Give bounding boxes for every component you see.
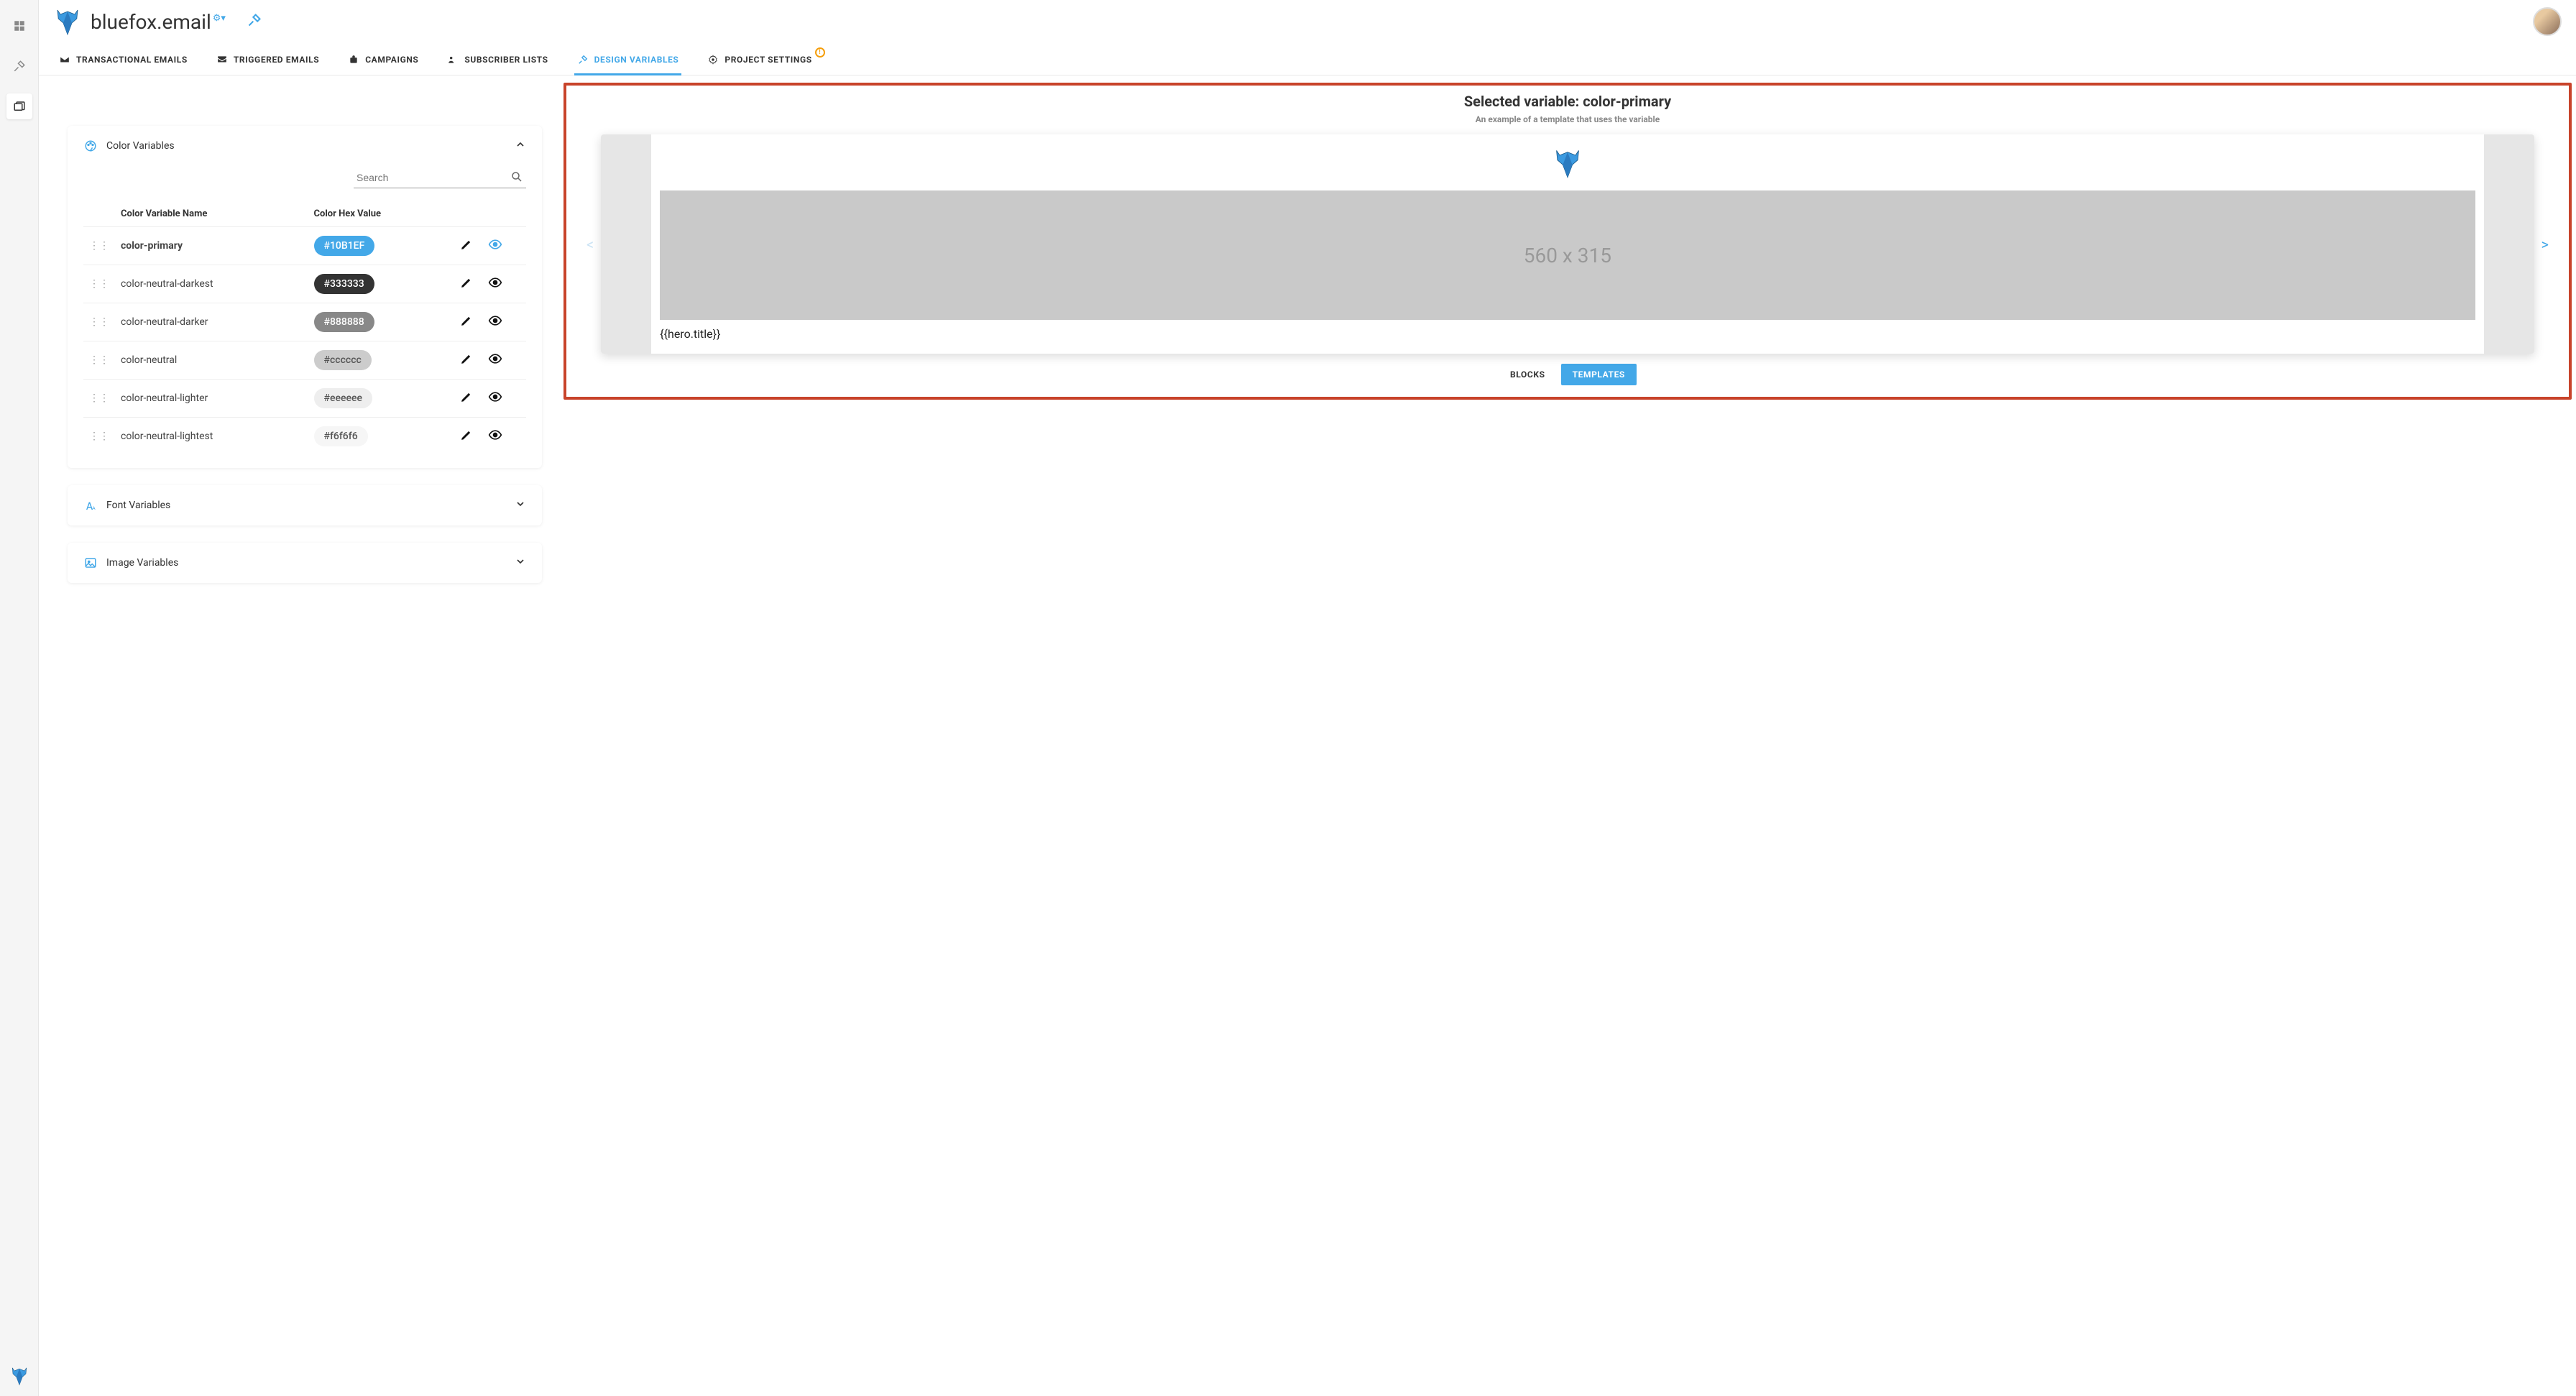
palette-icon: [83, 139, 98, 153]
preview-tab-templates[interactable]: TEMPLATES: [1561, 364, 1637, 385]
table-row[interactable]: ⋮⋮ color-neutral-darker #888888: [83, 303, 526, 341]
variable-name: color-neutral-darkest: [115, 265, 308, 303]
eye-icon[interactable]: [488, 428, 502, 445]
tab-design-variables[interactable]: DESIGN VARIABLES: [574, 49, 682, 75]
eye-icon[interactable]: [488, 313, 502, 331]
hex-value-pill: #cccccc: [314, 350, 372, 370]
variable-name: color-neutral: [115, 341, 308, 380]
nav-tabs: TRANSACTIONAL EMAILS TRIGGERED EMAILS CA…: [39, 43, 2576, 75]
variable-name: color-primary: [115, 227, 308, 265]
drag-handle-icon[interactable]: ⋮⋮: [89, 354, 109, 366]
eye-icon[interactable]: [488, 275, 502, 293]
title-badge-icon[interactable]: ⚙▾: [213, 13, 226, 24]
tab-label: SUBSCRIBER LISTS: [464, 55, 548, 65]
minibar-dashboard[interactable]: [6, 13, 32, 39]
avatar[interactable]: [2533, 7, 2562, 36]
hex-value-pill: #10B1EF: [314, 236, 375, 256]
hex-value-pill: #f6f6f6: [314, 426, 368, 446]
column-hex: Color Hex Value: [308, 201, 454, 227]
tab-subscriber-lists[interactable]: SUBSCRIBER LISTS: [444, 49, 551, 75]
variable-name: color-neutral-lighter: [115, 380, 308, 418]
variable-name: color-neutral-lightest: [115, 418, 308, 456]
edit-icon[interactable]: [460, 391, 472, 406]
eye-icon[interactable]: [488, 237, 502, 254]
chevron-down-icon: [515, 556, 526, 570]
color-variables-panel: Color Variables: [68, 126, 542, 468]
tab-label: PROJECT SETTINGS: [724, 55, 811, 65]
image-variables-header[interactable]: Image Variables: [83, 556, 526, 570]
edit-icon[interactable]: [460, 429, 472, 444]
hero-title-placeholder: {{hero.title}}: [660, 327, 2475, 341]
app-title: bluefox.email⚙▾: [91, 10, 226, 34]
mini-sidebar: [0, 0, 39, 1396]
preview-title: Selected variable: color-primary: [579, 93, 2556, 110]
panel-title: Image Variables: [106, 557, 178, 569]
preview-next-button[interactable]: >: [2534, 229, 2556, 260]
minibar-tools[interactable]: [6, 53, 32, 79]
font-variables-panel: A Font Variables: [68, 485, 542, 525]
table-row[interactable]: ⋮⋮ color-neutral #cccccc: [83, 341, 526, 380]
image-icon: [83, 556, 98, 570]
search-input[interactable]: [354, 167, 526, 188]
drag-handle-icon[interactable]: ⋮⋮: [89, 392, 109, 404]
table-row[interactable]: ⋮⋮ color-neutral-darkest #333333: [83, 265, 526, 303]
tab-triggered-emails[interactable]: TRIGGERED EMAILS: [213, 49, 322, 75]
eye-icon[interactable]: [488, 352, 502, 369]
hex-value-pill: #333333: [314, 274, 374, 294]
font-icon: A: [83, 498, 98, 513]
edit-icon[interactable]: [460, 353, 472, 368]
app-logo: [53, 7, 82, 36]
edit-icon[interactable]: [460, 315, 472, 330]
template-logo: [660, 147, 2475, 179]
hex-value-pill: #888888: [314, 312, 374, 332]
tab-campaigns[interactable]: CAMPAIGNS: [345, 49, 421, 75]
svg-text:A: A: [92, 505, 96, 511]
header: bluefox.email⚙▾: [39, 0, 2576, 43]
tab-project-settings[interactable]: PROJECT SETTINGS !: [704, 49, 814, 75]
image-variables-panel: Image Variables: [68, 543, 542, 583]
chevron-down-icon: [515, 498, 526, 513]
drag-handle-icon[interactable]: ⋮⋮: [89, 278, 109, 290]
preview-subtitle: An example of a template that uses the v…: [579, 114, 2556, 124]
table-row[interactable]: ⋮⋮ color-primary #10B1EF: [83, 227, 526, 265]
preview-tab-blocks[interactable]: BLOCKS: [1499, 364, 1557, 385]
search-icon[interactable]: [510, 170, 523, 186]
drag-handle-icon[interactable]: ⋮⋮: [89, 316, 109, 328]
tab-label: TRANSACTIONAL EMAILS: [76, 55, 188, 65]
tab-label: TRIGGERED EMAILS: [234, 55, 319, 65]
preview-prev-button[interactable]: <: [579, 229, 601, 260]
panel-title: Font Variables: [106, 500, 170, 511]
variable-name: color-neutral-darker: [115, 303, 308, 341]
hex-value-pill: #eeeeee: [314, 388, 372, 408]
eye-icon[interactable]: [488, 390, 502, 407]
column-name: Color Variable Name: [115, 201, 308, 227]
design-tool-icon[interactable]: [247, 13, 262, 30]
drag-handle-icon[interactable]: ⋮⋮: [89, 431, 109, 442]
image-placeholder: 560 x 315: [660, 190, 2475, 320]
tab-label: CAMPAIGNS: [365, 55, 418, 65]
chevron-up-icon: [515, 139, 526, 153]
font-variables-header[interactable]: A Font Variables: [83, 498, 526, 513]
template-preview-card: 560 x 315 {{hero.title}}: [601, 134, 2534, 354]
tab-label: DESIGN VARIABLES: [594, 55, 679, 65]
tab-transactional-emails[interactable]: TRANSACTIONAL EMAILS: [56, 49, 190, 75]
edit-icon[interactable]: [460, 239, 472, 254]
color-variables-table: Color Variable Name Color Hex Value ⋮⋮ co…: [83, 201, 526, 455]
edit-icon[interactable]: [460, 277, 472, 292]
drag-handle-icon[interactable]: ⋮⋮: [89, 240, 109, 252]
minibar-logo-bottom: [9, 1366, 29, 1389]
alert-icon: !: [815, 47, 825, 58]
table-row[interactable]: ⋮⋮ color-neutral-lighter #eeeeee: [83, 380, 526, 418]
preview-panel: Selected variable: color-primary An exam…: [564, 83, 2572, 400]
table-row[interactable]: ⋮⋮ color-neutral-lightest #f6f6f6: [83, 418, 526, 456]
minibar-windows[interactable]: [6, 93, 32, 119]
color-variables-header[interactable]: Color Variables: [83, 139, 526, 153]
panel-title: Color Variables: [106, 140, 175, 152]
